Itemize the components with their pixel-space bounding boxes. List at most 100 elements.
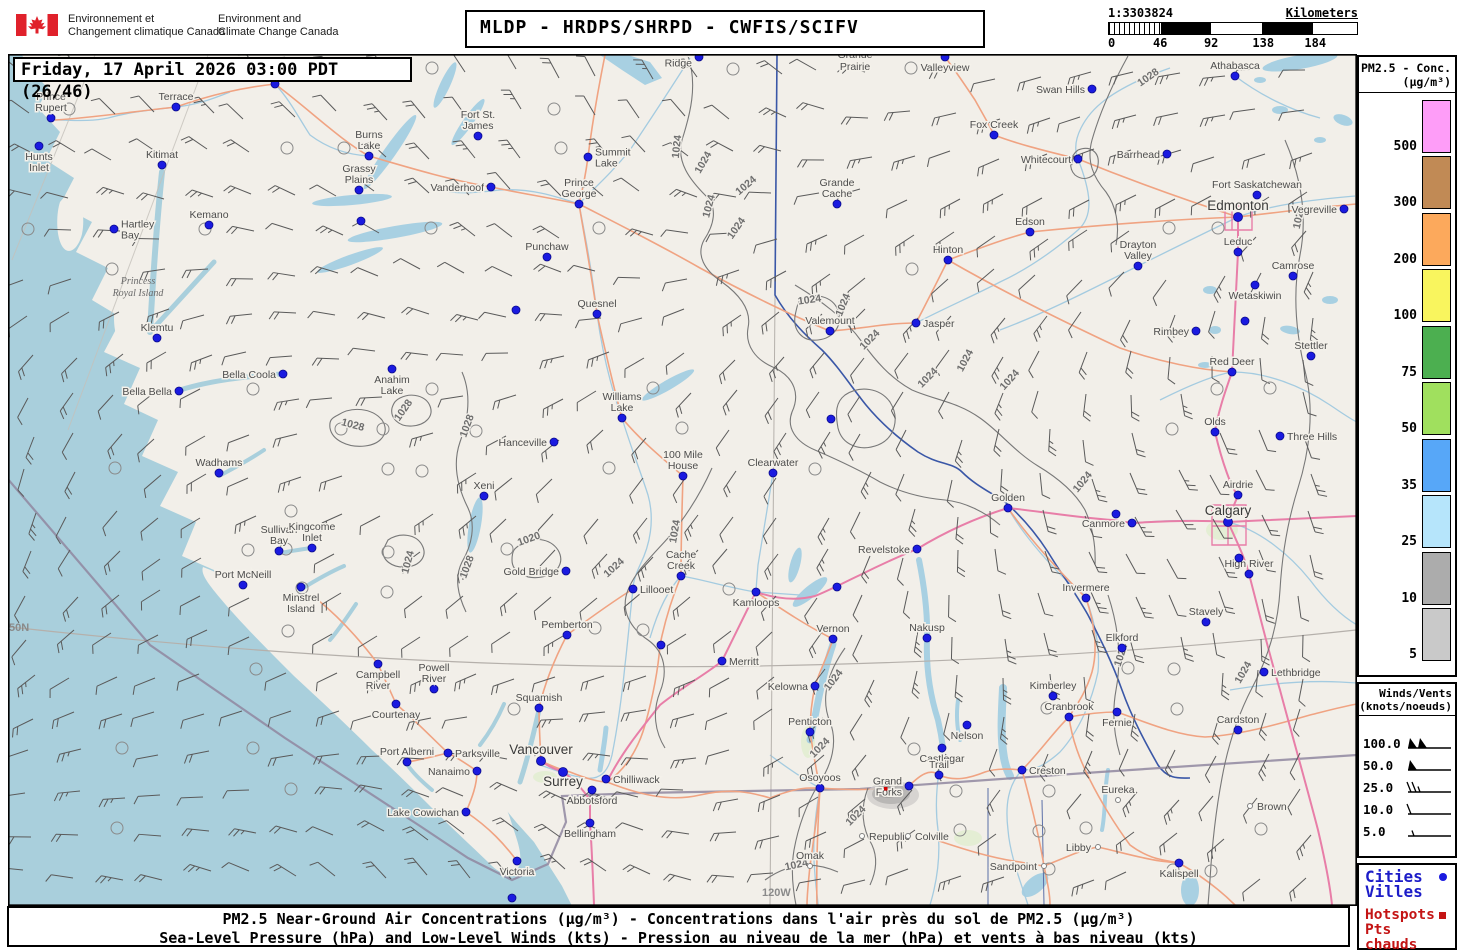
wind-barb-icon (1406, 781, 1451, 793)
pm25-threshold-label: 50 (1401, 421, 1417, 436)
city-dot (574, 199, 584, 209)
city-dot (832, 582, 842, 592)
city-label: Lake (381, 385, 404, 397)
graticule-label: 50N (9, 622, 29, 634)
city-dot (542, 252, 552, 262)
city-label: Nelson (951, 730, 984, 742)
cities-legend-fr: Villes (1365, 882, 1423, 901)
city-dot (152, 333, 162, 343)
city-label: Calgary (1205, 503, 1252, 518)
wind-speed-label: 25.0 (1363, 779, 1394, 795)
city-dot (962, 720, 972, 730)
city-label: James (463, 120, 494, 132)
markers-legend: Cities Villes Hotspots Pts chauds (1357, 863, 1457, 950)
city-dot (536, 756, 546, 766)
city-label: Lake (595, 158, 618, 170)
city-label: Invermere (1062, 582, 1109, 594)
city-label: Cranbrook (1044, 701, 1094, 713)
wind-speed-label: 50.0 (1363, 757, 1394, 773)
city-label: Fort Saskatchewan (1212, 179, 1302, 191)
city-label: Edson (1015, 216, 1045, 228)
city-dot (592, 309, 602, 319)
city-dot (486, 182, 496, 192)
city-label: Creston (1029, 765, 1066, 777)
city-dot (1133, 261, 1143, 271)
city-dot (1210, 427, 1220, 437)
city-label: Canmore (1082, 518, 1125, 530)
city-dot (1073, 154, 1083, 164)
wind-barb-icon (1408, 829, 1451, 837)
city-dot (204, 220, 214, 230)
wind-legend-entry: 100.0 (1359, 732, 1455, 754)
city-label: Inlet (29, 162, 49, 174)
pm25-legend-entry: 50 (1359, 380, 1455, 436)
city-label: High River (1224, 558, 1274, 570)
city-dot (1162, 149, 1172, 159)
city-label: Bella Coola (222, 369, 276, 381)
pm25-color-swatch (1422, 608, 1451, 661)
city-label: Bay (121, 230, 140, 242)
city-dot (937, 743, 947, 753)
city-label: Fernie (1102, 717, 1132, 729)
pm25-threshold-label: 300 (1393, 195, 1417, 210)
city-label: Port McNeill (215, 569, 272, 581)
city-label: Wadhams (196, 457, 243, 469)
city-label: Libby (1066, 842, 1092, 854)
city-dot (1117, 643, 1127, 653)
scale-tick: 0 (1108, 36, 1116, 50)
wordmark-english: Environment and Climate Change Canada (218, 13, 339, 38)
town-circle (1041, 863, 1047, 869)
city-label: Lake (611, 402, 634, 414)
city-label: House (668, 460, 699, 472)
city-dot (1233, 490, 1243, 500)
city-dot (1259, 667, 1269, 677)
city-dot (1064, 712, 1074, 722)
pm25-color-swatch (1422, 212, 1451, 266)
city-dot (1201, 617, 1211, 627)
wind-barb-icon (1406, 803, 1451, 815)
city-label: Valleyview (921, 62, 970, 74)
city-dot (473, 131, 483, 141)
pm25-color-swatch (1422, 382, 1451, 435)
pm25-legend-entry: 300 (1359, 154, 1455, 210)
canada-flag-icon (16, 14, 58, 36)
city-label: Kelowna (768, 681, 808, 693)
pm25-color-swatch (1422, 438, 1451, 492)
scale-track (1108, 22, 1358, 35)
city-label: Red Deer (1210, 356, 1255, 368)
city-label: Valemount (805, 315, 855, 327)
city-label: Clearwater (748, 457, 799, 469)
city-dot (109, 224, 119, 234)
city-label: Swan Hills (1036, 84, 1085, 96)
geo-label: Princess (120, 276, 156, 287)
caption-line1: PM2.5 Near-Ground Air Concentrations (µg… (222, 910, 1135, 928)
city-label: Inlet (302, 532, 322, 544)
city-dot (364, 151, 374, 161)
pm25-threshold-label: 35 (1401, 477, 1417, 493)
city-label: Three Hills (1287, 431, 1337, 443)
scale-tick: 46 (1152, 36, 1168, 50)
town-circle (1115, 797, 1121, 803)
pm25-color-swatch (1422, 551, 1451, 605)
city-label: Trail (929, 759, 949, 771)
pm25-threshold-label: 75 (1401, 364, 1417, 380)
city-dot (1017, 765, 1027, 775)
pm25-color-swatch (1422, 495, 1451, 548)
city-label: Cache (822, 188, 853, 200)
city-label: Cardston (1217, 714, 1260, 726)
city-label: Omak (796, 850, 825, 862)
city-label: Kalispell (1159, 868, 1198, 880)
pm25-legend-entry: 75 (1359, 323, 1455, 379)
city-dot (656, 640, 666, 650)
city-dot (676, 571, 686, 581)
city-dot (805, 727, 815, 737)
wordmark-french: Environnement et Changement climatique Ca… (68, 13, 226, 38)
scale-seg-hatch (1109, 23, 1161, 34)
city-label: Lake Cowichan (387, 807, 459, 819)
city-dot (562, 630, 572, 640)
scale-unit: Kilometers (1285, 6, 1358, 20)
city-label: Eureka (1101, 784, 1134, 796)
city-dot (1233, 725, 1243, 735)
city-dot (34, 141, 44, 151)
city-dot (1339, 204, 1349, 214)
